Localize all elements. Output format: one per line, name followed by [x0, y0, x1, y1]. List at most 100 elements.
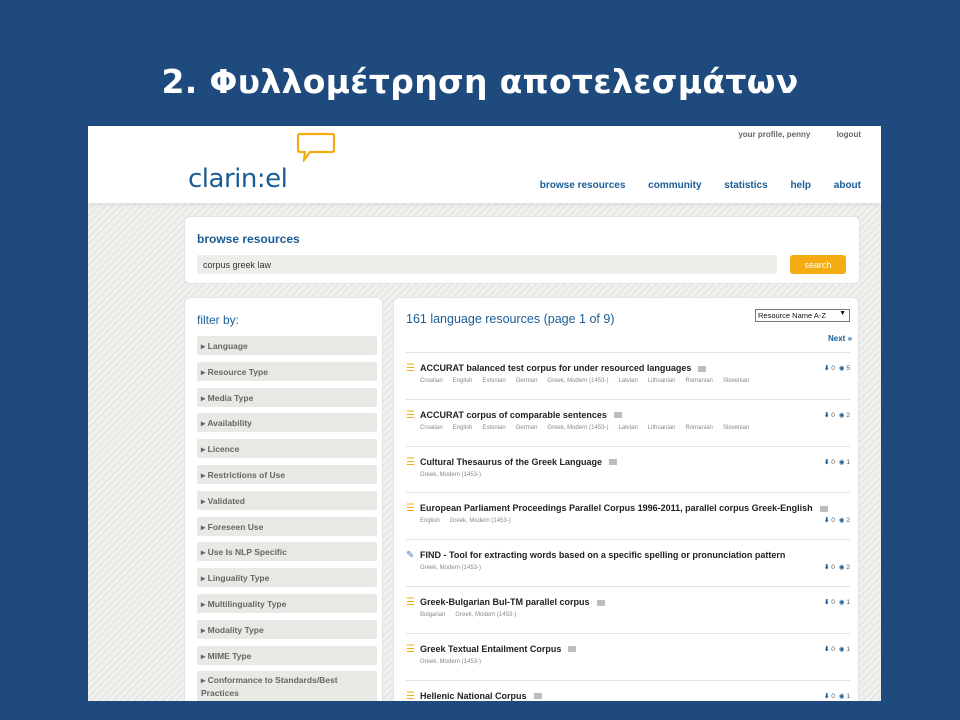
filter-item-label: Language: [207, 341, 248, 351]
filter-item-label: Resource Type: [207, 366, 268, 377]
result-row: ☰ European Parliament Proceedings Paralle…: [406, 492, 850, 539]
view-count: 1: [846, 645, 850, 653]
view-count: 2: [846, 564, 850, 572]
nav-about[interactable]: about: [834, 180, 861, 191]
filter-list: ▸ Language ▸ Resource Type ▸ Media Type ▸ A…: [197, 336, 377, 701]
result-title-link[interactable]: Greek Textual Entailment Corpus: [420, 643, 577, 654]
result-row: ☰ Cultural Thesaurus of the Greek Languag…: [406, 445, 850, 493]
view-count: 1: [846, 458, 850, 466]
main-nav: browse resources community statistics he…: [520, 180, 861, 191]
result-title-link[interactable]: Hellenic National Corpus: [420, 691, 542, 701]
view-count: 2: [846, 411, 850, 419]
triangle-right-icon: ▸: [201, 521, 208, 532]
filter-item-label: Foreseen Use: [207, 521, 264, 532]
result-title-text: Cultural Thesaurus of the Greek Language: [420, 456, 603, 467]
result-title-text: European Parliament Proceedings Parallel…: [420, 503, 813, 514]
language-tag: Greek, Modern (1453-): [420, 658, 482, 665]
filter-item[interactable]: ▸ Availability: [197, 413, 377, 433]
metadata-icon: [698, 365, 707, 372]
metadata-icon: [613, 412, 622, 419]
nav-help[interactable]: help: [790, 180, 811, 191]
result-list: ☰ ACCURAT balanced test corpus for under …: [406, 352, 850, 701]
result-languages: English Greek, Modern (1453-): [420, 518, 521, 524]
download-count: 0: [831, 458, 835, 466]
sort-select[interactable]: Resource Name A-Z ▼: [755, 309, 850, 322]
result-stats: ⬇ 0 ◉ 1: [824, 458, 850, 466]
caret-down-icon: ▼: [839, 310, 846, 317]
sort-select-value: Resource Name A-Z: [758, 311, 826, 320]
corpus-icon: ☰: [406, 503, 415, 515]
view-count: 5: [846, 365, 850, 372]
download-count: 0: [831, 411, 835, 419]
filter-item[interactable]: ▸ MIME Type: [197, 645, 377, 665]
result-stats: ⬇ 0 ◉ 5: [824, 364, 850, 372]
result-row: ✎ FIND - Tool for extracting words based …: [406, 539, 850, 586]
language-tag: Latvian: [618, 424, 638, 431]
search-panel: browse resources search: [184, 216, 860, 284]
view-count: 2: [846, 517, 850, 525]
result-title-text: Greek Textual Entailment Corpus: [420, 643, 562, 654]
language-tag: Croatian: [420, 378, 443, 384]
filter-item[interactable]: ▸ Foreseen Use: [197, 516, 377, 536]
filter-item[interactable]: ▸ Linguality Type: [197, 568, 377, 588]
filter-item[interactable]: ▸ Licence: [197, 439, 377, 459]
logout-link[interactable]: logout: [837, 130, 861, 139]
language-tag: Estonian: [482, 378, 506, 384]
language-tag: Slovenian: [722, 378, 750, 384]
metadata-icon: [609, 459, 618, 466]
next-page-link[interactable]: Next »: [828, 334, 852, 343]
filter-item[interactable]: ▸ Media Type: [197, 387, 377, 407]
result-title-link[interactable]: Cultural Thesaurus of the Greek Language: [420, 456, 618, 467]
filter-item[interactable]: ▸ Use Is NLP Specific: [197, 542, 377, 562]
result-row: ☰ Hellenic National Corpus ⬇ 0 ◉ 1: [406, 679, 850, 701]
result-stats: ⬇ 0 ◉ 1: [824, 692, 850, 700]
result-title-link[interactable]: Greek-Bulgarian Bul-TM parallel corpus: [420, 597, 605, 607]
browser-screenshot: clarin:el your profile, penny logout bro…: [88, 126, 881, 701]
result-row: ☰ ACCURAT balanced test corpus for under …: [406, 352, 850, 399]
speech-bubble-icon: [296, 132, 336, 162]
search-title: browse resources: [197, 232, 300, 246]
triangle-right-icon: ▸: [201, 650, 208, 661]
download-count: 0: [831, 365, 835, 372]
result-title-link[interactable]: FIND - Tool for extracting words based o…: [420, 550, 785, 560]
search-button[interactable]: search: [790, 255, 846, 274]
triangle-right-icon: ▸: [201, 469, 208, 480]
filter-item[interactable]: ▸ Modality Type: [197, 619, 377, 639]
search-input[interactable]: [197, 255, 777, 274]
filter-item-label: Media Type: [207, 392, 254, 403]
results-count: 161 language resources (page 1 of 9): [406, 312, 615, 326]
result-languages: Croatian English Estonian German Greek, Mode…: [420, 425, 759, 431]
triangle-right-icon: ▸: [201, 573, 208, 584]
slide-title: 2. Φυλλομέτρηση αποτελεσμάτων: [161, 62, 799, 101]
download-count: 0: [831, 598, 835, 606]
language-tag: Estonian: [482, 424, 506, 431]
result-title-link[interactable]: ACCURAT corpus of comparable sentences: [420, 410, 622, 420]
result-title-link[interactable]: European Parliament Proceedings Parallel…: [420, 503, 828, 513]
nav-community[interactable]: community: [648, 180, 701, 191]
result-title-link[interactable]: ACCURAT balanced test corpus for under r…: [420, 363, 707, 373]
corpus-icon: ☰: [406, 690, 415, 701]
filter-panel: filter by: ▸ Language ▸ Resource Type ▸ Me…: [184, 297, 383, 701]
nav-statistics[interactable]: statistics: [724, 180, 767, 191]
triangle-right-icon: ▸: [201, 444, 208, 455]
filter-item[interactable]: ▸ Multilinguality Type: [197, 593, 377, 613]
filter-item[interactable]: ▸ Validated: [197, 490, 377, 510]
filter-item-label: Licence: [207, 444, 240, 455]
filter-item[interactable]: ▸ Language: [197, 336, 377, 355]
filter-item-label: Linguality Type: [207, 573, 270, 584]
filter-item[interactable]: ▸ Restrictions of Use: [197, 464, 377, 484]
filter-item[interactable]: ▸ Resource Type: [197, 361, 377, 381]
download-count: 0: [831, 517, 835, 525]
profile-link[interactable]: your profile, penny: [738, 130, 810, 139]
filter-item[interactable]: ▸ Conformance to Standards/Best Practice…: [197, 671, 377, 701]
nav-browse-resources[interactable]: browse resources: [540, 180, 626, 191]
result-title-text: ACCURAT balanced test corpus for under r…: [420, 363, 692, 373]
metadata-icon: [819, 506, 828, 513]
language-tag: Greek, Modern (1453-): [455, 611, 517, 618]
filter-item-label: Modality Type: [207, 624, 264, 635]
language-tag: Lithuanian: [647, 424, 676, 431]
language-tag: Slovenian: [722, 424, 750, 431]
clarin-logo[interactable]: clarin:el: [188, 164, 288, 194]
view-count: 1: [846, 598, 850, 606]
filter-item-label: Availability: [207, 418, 252, 429]
